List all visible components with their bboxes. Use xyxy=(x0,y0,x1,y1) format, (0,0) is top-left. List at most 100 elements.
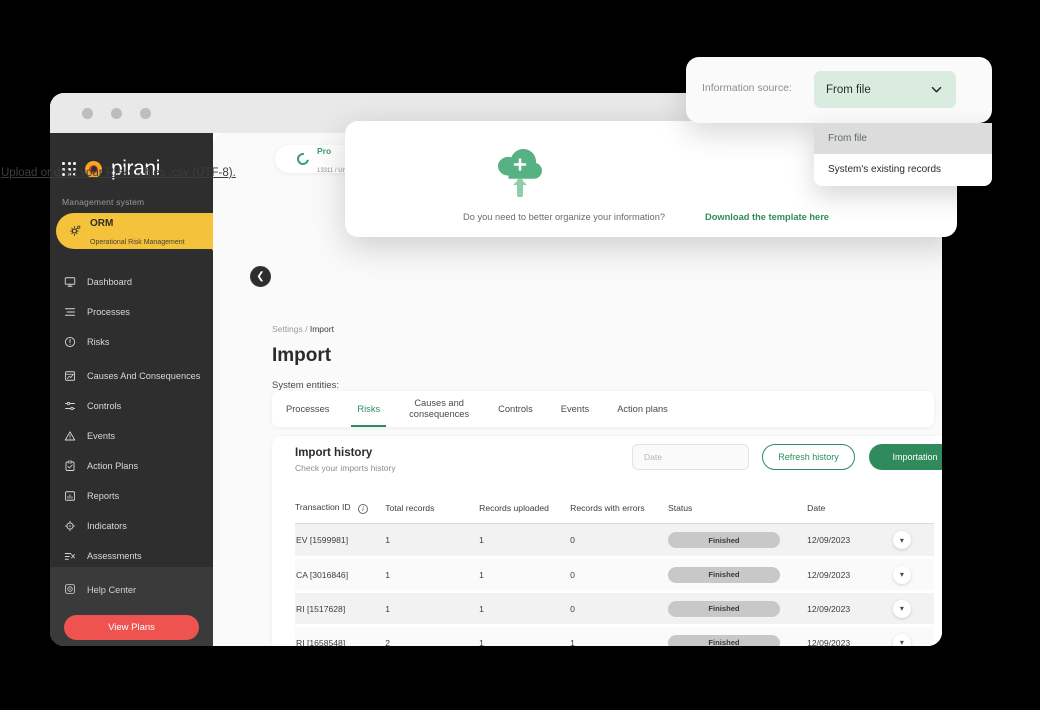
sidebar-item-label: Causes And Consequences xyxy=(87,370,201,381)
sidebar-footer: Help Center View Plans xyxy=(50,567,213,646)
chevron-down-icon[interactable]: ▾ xyxy=(892,565,911,584)
tab-label: Causes and consequences xyxy=(409,398,470,419)
breadcrumb-current: Import xyxy=(309,324,334,334)
window-maximize-dot[interactable] xyxy=(140,107,151,119)
refresh-history-button[interactable]: Refresh history xyxy=(762,444,855,470)
bar-chart-icon xyxy=(64,490,76,502)
window-minimize-dot[interactable] xyxy=(111,107,122,119)
dropdown-option-label: From file xyxy=(828,133,867,144)
cell-total-records: 1 xyxy=(385,523,480,559)
cell-records-uploaded: 1 xyxy=(479,625,571,646)
table-header: Transaction ID i Total records Records u… xyxy=(295,502,934,524)
importation-button[interactable]: Importation xyxy=(869,444,942,470)
tab-label: Controls xyxy=(498,403,533,414)
sidebar-item-help-center[interactable]: Help Center xyxy=(50,579,213,601)
breadcrumb-root[interactable]: Settings xyxy=(272,324,303,334)
importation-label: Importation xyxy=(892,452,938,462)
sidebar-item-controls[interactable]: Controls xyxy=(50,395,213,417)
sidebar-item-label: Assessments xyxy=(87,550,142,561)
table-body: EV [1599981] 1 1 0 Finished 12/09/2023 ▾… xyxy=(295,523,934,646)
upload-help-text: Do you need to better organize your info… xyxy=(463,212,666,222)
import-history-table: Transaction ID i Total records Records u… xyxy=(295,502,934,646)
column-total-records: Total records xyxy=(385,502,480,524)
sidebar-item-risks[interactable]: Risks xyxy=(50,331,213,353)
help-icon xyxy=(64,583,76,597)
list-icon xyxy=(64,306,76,318)
chevron-down-icon[interactable]: ▾ xyxy=(892,599,911,618)
cell-transaction-id: CA [3016846] xyxy=(295,557,386,593)
information-source-label: Information source: xyxy=(702,82,792,94)
cell-transaction-id: EV [1599981] xyxy=(295,523,386,559)
sidebar-collapse-button[interactable]: ❮ xyxy=(250,266,271,287)
view-plans-button[interactable]: View Plans xyxy=(64,615,199,640)
cell-total-records: 2 xyxy=(385,625,480,646)
table-row[interactable]: RI [1658548] 2 1 1 Finished 12/09/2023 ▾ xyxy=(295,625,934,646)
cell-expand: ▾ xyxy=(892,523,934,559)
tab-label: Risks xyxy=(357,403,381,414)
sidebar-item-indicators[interactable]: Indicators xyxy=(50,515,213,537)
table-row[interactable]: RI [1517628] 1 1 0 Finished 12/09/2023 ▾ xyxy=(295,591,934,627)
column-date: Date xyxy=(807,502,893,524)
plan-refresh-icon xyxy=(294,150,312,168)
alert-circle-icon xyxy=(64,336,76,348)
orm-subtitle: Operational Risk Management xyxy=(90,239,185,246)
cell-total-records: 1 xyxy=(385,591,480,627)
tab-action-plans[interactable]: Action plans xyxy=(603,391,682,427)
import-history-card: Import history Check your imports histor… xyxy=(272,436,942,646)
sidebar-item-action-plans[interactable]: Action Plans xyxy=(50,455,213,477)
dropdown-option-from-file[interactable]: From file xyxy=(814,123,992,154)
sidebar-item-label: Risks xyxy=(87,336,110,347)
cell-status: Finished xyxy=(667,625,808,646)
cell-records-with-errors: 0 xyxy=(570,591,668,627)
column-records-uploaded: Records uploaded xyxy=(479,502,571,524)
refresh-history-label: Refresh history xyxy=(778,452,839,462)
table-row[interactable]: EV [1599981] 1 1 0 Finished 12/09/2023 ▾ xyxy=(295,523,934,559)
status-badge: Finished xyxy=(667,532,780,548)
chevron-down-icon[interactable]: ▾ xyxy=(892,633,911,646)
entity-tabs: Processes Risks Causes and consequences … xyxy=(272,391,934,427)
table-row[interactable]: CA [3016846] 1 1 0 Finished 12/09/2023 ▾ xyxy=(295,557,934,593)
status-badge: Finished xyxy=(667,566,780,583)
sidebar-item-label: Events xyxy=(87,430,116,441)
info-icon[interactable]: i xyxy=(357,504,368,514)
status-badge: Finished xyxy=(667,600,780,617)
tab-controls[interactable]: Controls xyxy=(484,391,547,427)
sidebar-section-label: Management system xyxy=(62,197,145,207)
column-transaction-id: Transaction ID i xyxy=(295,502,386,524)
download-template-link[interactable]: Download the template here xyxy=(705,212,829,222)
tab-risks[interactable]: Risks xyxy=(343,391,394,427)
sidebar-nav: Dashboard Processes Risks Causes And Con… xyxy=(50,249,213,567)
upload-link[interactable]: Upload or drag your Risks's files .csv (… xyxy=(1,167,236,179)
monitor-icon xyxy=(64,276,76,288)
sidebar-item-label: Reports xyxy=(87,490,120,501)
cell-records-with-errors: 0 xyxy=(570,523,668,559)
tab-events[interactable]: Events xyxy=(547,391,603,427)
dropdown-option-system-records[interactable]: System's existing records xyxy=(814,154,992,185)
history-title: Import history xyxy=(295,447,373,459)
sidebar-item-label: Controls xyxy=(87,400,122,411)
chevron-down-icon[interactable]: ▾ xyxy=(892,531,911,549)
sidebar-item-events[interactable]: Events xyxy=(50,425,213,447)
tab-processes[interactable]: Processes xyxy=(272,391,343,427)
sidebar-item-dashboard[interactable]: Dashboard xyxy=(50,271,213,293)
column-status: Status xyxy=(667,502,808,524)
cell-date: 12/09/2023 xyxy=(807,557,893,593)
cell-status: Finished xyxy=(667,591,808,627)
view-plans-label: View Plans xyxy=(108,622,155,633)
sidebar-item-causes-and-consequences[interactable]: Causes And Consequences xyxy=(50,361,213,391)
column-actions xyxy=(892,502,934,524)
cell-transaction-id: RI [1658548] xyxy=(295,625,386,646)
date-filter-input[interactable]: Date xyxy=(632,444,749,470)
cell-records-uploaded: 1 xyxy=(479,591,571,627)
sidebar-item-assessments[interactable]: Assessments xyxy=(50,545,213,567)
sidebar-item-reports[interactable]: Reports xyxy=(50,485,213,507)
window-close-dot[interactable] xyxy=(82,107,93,119)
tab-label: Events xyxy=(560,403,590,414)
warning-triangle-icon xyxy=(64,430,76,442)
sidebar-item-label: Processes xyxy=(87,306,130,317)
sidebar-item-orm[interactable]: ORM Operational Risk Management xyxy=(56,213,224,251)
plan-name: Pro xyxy=(317,146,332,156)
tab-causes-and-consequences[interactable]: Causes and consequences xyxy=(394,391,484,427)
sidebar-item-processes[interactable]: Processes xyxy=(50,301,213,323)
information-source-select[interactable]: From file xyxy=(814,71,956,108)
